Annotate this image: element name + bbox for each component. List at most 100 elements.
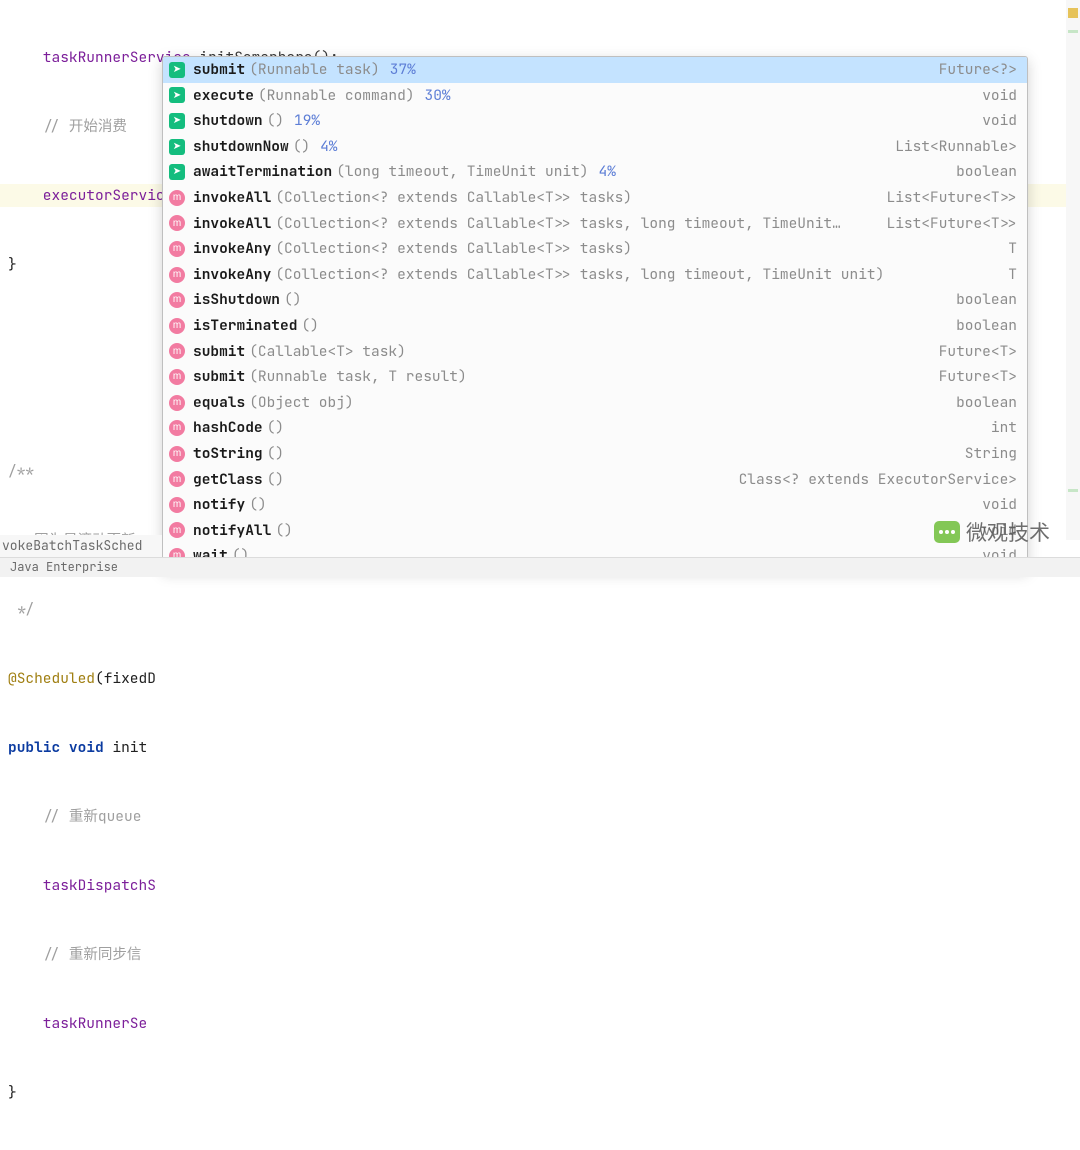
completion-params: (Runnable task, T result) [249, 364, 467, 390]
stripe-mark-icon[interactable] [1068, 489, 1078, 492]
wechat-icon [934, 521, 960, 543]
code-text: taskDispatchS [8, 876, 156, 895]
code-text: } [8, 1083, 17, 1102]
completion-return-type: List<Runnable> [895, 134, 1017, 160]
watermark-text: 微观技术 [966, 517, 1050, 547]
completion-return-type: List<Future<T>> [887, 211, 1018, 237]
method-icon: m [169, 241, 185, 257]
completion-item[interactable]: ➤shutdownNow()4%List<Runnable> [163, 134, 1027, 160]
completion-item[interactable]: misTerminated()boolean [163, 313, 1027, 339]
completion-item[interactable]: ➤execute(Runnable command)30%void [163, 83, 1027, 109]
code-line[interactable]: public void init [0, 736, 1080, 759]
completion-item[interactable]: ➤submit(Runnable task)37%Future<?> [163, 57, 1027, 83]
code-comment: // 重新同步信 [8, 945, 141, 964]
completion-item[interactable]: msubmit(Runnable task, T result) Future<T… [163, 364, 1027, 390]
completion-name: submit [193, 364, 245, 390]
code-line[interactable]: } [0, 1081, 1080, 1104]
completion-params: () [284, 287, 301, 313]
completion-name: submit [193, 339, 245, 365]
completion-name: submit [193, 57, 245, 83]
smart-completion-icon: ➤ [169, 164, 185, 180]
code-line[interactable]: taskRunnerSe [0, 1012, 1080, 1035]
method-icon: m [169, 267, 185, 283]
completion-return-type: boolean [956, 313, 1017, 339]
smart-completion-icon: ➤ [169, 139, 185, 155]
code-comment: */ [8, 600, 34, 619]
completion-percentage: 4% [320, 134, 337, 160]
completion-item[interactable]: minvokeAll(Collection<? extends Callable… [163, 185, 1027, 211]
code-line[interactable]: taskDispatchS [0, 874, 1080, 897]
method-icon: m [169, 215, 185, 231]
error-stripe[interactable] [1066, 0, 1080, 540]
warning-indicator-icon[interactable] [1068, 8, 1078, 18]
completion-params: (Collection<? extends Callable<T>> tasks… [275, 236, 632, 262]
completion-name: isTerminated [193, 313, 297, 339]
completion-item[interactable]: mnotifyAll()void [163, 518, 1027, 544]
method-icon: m [169, 369, 185, 385]
completion-percentage: 37% [390, 57, 416, 83]
tool-window-label[interactable]: Java Enterprise [10, 559, 118, 575]
completion-item[interactable]: mhashCode()int [163, 415, 1027, 441]
code-text: } [8, 255, 17, 274]
method-icon: m [169, 190, 185, 206]
completion-name: notifyAll [193, 518, 271, 544]
completion-return-type: boolean [956, 159, 1017, 185]
completion-params: (Object obj) [249, 390, 353, 416]
completion-name: notify [193, 492, 245, 518]
tool-window-bar[interactable]: Java Enterprise [0, 557, 1080, 577]
code-keyword: void [60, 738, 104, 757]
completion-percentage: 19% [294, 108, 320, 134]
method-icon: m [169, 471, 185, 487]
stripe-mark-icon[interactable] [1068, 30, 1078, 33]
completion-name: execute [193, 83, 254, 109]
completion-return-type: Class<? extends ExecutorService> [739, 467, 1017, 493]
method-icon: m [169, 497, 185, 513]
completion-return-type: int [991, 415, 1017, 441]
completion-item[interactable]: mtoString()String [163, 441, 1027, 467]
completion-item[interactable]: minvokeAll(Collection<? extends Callable… [163, 211, 1027, 237]
code-line[interactable]: // 重新同步信 [0, 943, 1080, 966]
completion-item[interactable]: msubmit(Callable<T> task)Future<T> [163, 339, 1027, 365]
completion-item[interactable]: ➤awaitTermination(long timeout, TimeUnit… [163, 159, 1027, 185]
completion-name: toString [193, 441, 263, 467]
code-line[interactable]: @Scheduled(fixedD [0, 667, 1080, 690]
completion-params: () [267, 415, 284, 441]
completion-return-type: Future<T> [939, 339, 1017, 365]
completion-item[interactable]: ➤shutdown()19%void [163, 108, 1027, 134]
code-text: executorService [8, 186, 173, 205]
completion-item[interactable]: misShutdown()boolean [163, 287, 1027, 313]
completion-params: (Collection<? extends Callable<T>> tasks… [275, 211, 841, 237]
breadcrumb-text: vokeBatchTaskSched [2, 537, 142, 554]
code-line[interactable]: // 重新queue [0, 805, 1080, 828]
method-icon: m [169, 522, 185, 538]
completion-params: (Callable<T> task) [249, 339, 406, 365]
completion-percentage: 4% [599, 159, 616, 185]
completion-return-type: T [1008, 262, 1017, 288]
completion-return-type: boolean [956, 390, 1017, 416]
code-line[interactable]: */ [0, 598, 1080, 621]
completion-item[interactable]: mgetClass()Class<? extends ExecutorServi… [163, 467, 1027, 493]
completion-return-type: List<Future<T>> [887, 185, 1018, 211]
code-comment: // 开始消费 [8, 117, 127, 136]
breadcrumb[interactable]: vokeBatchTaskSched [0, 535, 162, 557]
completion-name: invokeAny [193, 262, 271, 288]
completion-params: (long timeout, TimeUnit unit) [336, 159, 588, 185]
completion-params: () [249, 492, 266, 518]
completion-item[interactable]: minvokeAny(Collection<? extends Callable… [163, 236, 1027, 262]
completion-params: () [267, 467, 284, 493]
code-editor[interactable]: taskRunnerService.initSemaphore(); // 开始… [0, 0, 1080, 577]
completion-return-type: void [982, 83, 1017, 109]
completion-return-type: Future<T> [939, 364, 1017, 390]
completion-return-type: void [982, 108, 1017, 134]
method-icon: m [169, 395, 185, 411]
code-annotation: @Scheduled [8, 669, 95, 688]
completion-item[interactable]: minvokeAny(Collection<? extends Callable… [163, 262, 1027, 288]
completion-item[interactable]: mequals(Object obj)boolean [163, 390, 1027, 416]
completion-item[interactable]: mnotify()void [163, 492, 1027, 518]
smart-completion-icon: ➤ [169, 87, 185, 103]
completion-return-type: Future<?> [939, 57, 1017, 83]
code-text: init [104, 738, 148, 757]
code-completion-popup[interactable]: ➤submit(Runnable task)37%Future<?>➤execu… [162, 56, 1028, 570]
completion-return-type: T [1008, 236, 1017, 262]
completion-params: () [267, 441, 284, 467]
